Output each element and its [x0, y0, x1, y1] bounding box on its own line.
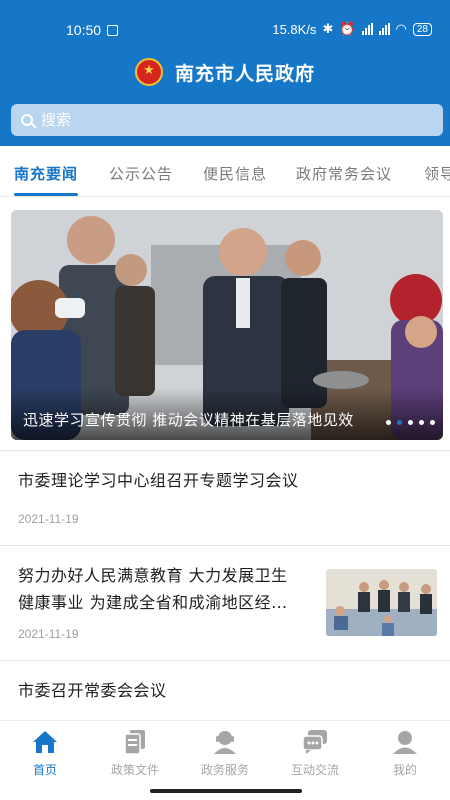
- carousel-dot[interactable]: [430, 420, 435, 425]
- nav-interaction-label: 互动交流: [290, 763, 339, 777]
- carousel-indicator: [386, 420, 435, 425]
- national-emblem-icon: [134, 58, 163, 86]
- alarm-icon: ⏰: [339, 21, 356, 36]
- status-right-group: 15.8K/s ✱ ⏰ ◠ 28: [272, 21, 432, 37]
- signal-icon: [361, 23, 373, 35]
- banner-carousel[interactable]: 迅速学习宣传贯彻 推动会议精神在基层落地见效: [11, 210, 443, 440]
- news-title-line1[interactable]: 努力办好人民满意教育 大力发展卫生: [18, 562, 288, 589]
- tab-nanchong-news[interactable]: 南充要闻: [14, 163, 78, 184]
- chat-icon: [302, 730, 327, 754]
- list-divider: [0, 660, 450, 661]
- carousel-dot[interactable]: [419, 420, 424, 425]
- news-date: 2021-11-19: [18, 627, 79, 641]
- network-speed: 15.8K/s: [272, 21, 317, 37]
- home-indicator[interactable]: [150, 789, 302, 793]
- profile-icon: [393, 731, 417, 754]
- news-title[interactable]: 市委召开常委会会议: [18, 677, 167, 704]
- nav-interaction[interactable]: 互动交流: [270, 729, 360, 778]
- wifi-icon: ◠: [395, 21, 407, 36]
- nav-home-label: 首页: [32, 763, 57, 777]
- app-header: 10:50 15.8K/s ✱ ⏰ ◠ 28 南充市人民政府: [0, 0, 450, 146]
- news-thumbnail[interactable]: [326, 569, 437, 636]
- search-bar[interactable]: [11, 104, 443, 136]
- tab-leaders[interactable]: 领导: [424, 163, 450, 184]
- status-time: 10:50: [66, 22, 102, 38]
- nav-my-profile-label: 我的: [392, 763, 417, 777]
- home-icon: [33, 731, 57, 753]
- bottom-navigation: 首页 政策文件 政务服务 互动交流 我的: [0, 720, 450, 800]
- signal-icon-2: [378, 23, 390, 35]
- app-title: 南充市人民政府: [174, 62, 315, 85]
- nav-policy-documents-label: 政策文件: [110, 763, 159, 777]
- tab-announcements[interactable]: 公示公告: [109, 163, 173, 184]
- banner-caption: 迅速学习宣传贯彻 推动会议精神在基层落地见效: [23, 411, 354, 429]
- nav-government-services-label: 政务服务: [200, 763, 249, 777]
- nav-government-services[interactable]: 政务服务: [180, 729, 270, 778]
- search-input[interactable]: [41, 111, 421, 129]
- list-divider: [0, 450, 450, 451]
- news-title[interactable]: 市委理论学习中心组召开专题学习会议: [18, 467, 299, 494]
- tab-public-info[interactable]: 便民信息: [203, 163, 267, 184]
- notification-icon: [107, 25, 118, 36]
- status-bar: 10:50 15.8K/s ✱ ⏰ ◠ 28: [0, 0, 450, 44]
- nav-my-profile[interactable]: 我的: [360, 729, 450, 778]
- bluetooth-icon: ✱: [322, 21, 334, 36]
- tab-executive-meetings[interactable]: 政府常务会议: [296, 163, 392, 184]
- list-divider: [0, 545, 450, 546]
- title-row: 南充市人民政府: [0, 52, 450, 92]
- search-icon: [21, 114, 33, 126]
- news-thumbnail-photo: [326, 569, 437, 636]
- battery-icon: 28: [412, 22, 432, 36]
- category-tabs: 南充要闻 公示公告 便民信息 政府常务会议 领导: [0, 150, 450, 196]
- tabs-divider: [0, 196, 450, 197]
- carousel-dot-active[interactable]: [397, 420, 402, 425]
- carousel-dot[interactable]: [386, 420, 391, 425]
- nav-policy-documents[interactable]: 政策文件: [90, 729, 180, 778]
- nav-home[interactable]: 首页: [0, 729, 90, 778]
- documents-icon: [124, 730, 145, 755]
- news-title-line2[interactable]: 健康事业 为建成全省和成渝地区经…: [18, 589, 288, 616]
- news-date: 2021-11-19: [18, 512, 79, 526]
- service-person-icon: [214, 731, 236, 754]
- carousel-dot[interactable]: [408, 420, 413, 425]
